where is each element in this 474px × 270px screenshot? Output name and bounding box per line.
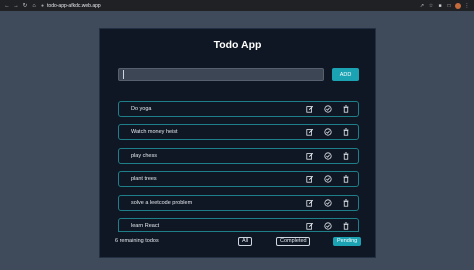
- trash-icon[interactable]: [340, 103, 352, 115]
- todo-item-label: play chess: [131, 153, 157, 159]
- app-title: Todo App: [213, 39, 262, 51]
- share-icon[interactable]: ↗: [419, 3, 425, 9]
- browser-toolbar: ← → ↻ ⌂ ● todo-app-afkdc.web.app ↗ ☆ ■ □…: [0, 0, 474, 11]
- edit-icon[interactable]: [304, 126, 316, 138]
- todo-item-label: solve a leetcode problem: [131, 200, 193, 206]
- todo-item-label: plant trees: [131, 176, 157, 182]
- lock-icon: ●: [41, 2, 45, 9]
- edit-icon[interactable]: [304, 103, 316, 115]
- todo-item: solve a leetcode problem: [118, 195, 359, 211]
- address-bar[interactable]: ● todo-app-afkdc.web.app: [41, 1, 419, 10]
- trash-icon[interactable]: [340, 173, 352, 185]
- todo-item-label: Do yoga: [131, 106, 152, 112]
- trash-icon[interactable]: [340, 197, 352, 209]
- back-icon[interactable]: ←: [4, 3, 10, 9]
- menu-icon[interactable]: ⋮: [464, 3, 470, 9]
- todo-app-panel: Todo App ADD Do yoga Watch money heist p…: [99, 28, 376, 258]
- trash-icon[interactable]: [340, 126, 352, 138]
- filter-all-button[interactable]: All: [238, 237, 252, 246]
- footer-divider: [118, 231, 359, 232]
- address-bar-url: todo-app-afkdc.web.app: [47, 2, 101, 9]
- remaining-count: 6 remaining todos: [115, 238, 159, 244]
- profile-avatar[interactable]: [455, 2, 461, 9]
- filter-pending-button[interactable]: Pending: [333, 237, 361, 246]
- check-circle-icon[interactable]: [322, 150, 334, 162]
- edit-icon[interactable]: [304, 197, 316, 209]
- check-circle-icon[interactable]: [322, 126, 334, 138]
- trash-icon[interactable]: [340, 150, 352, 162]
- filter-completed-button[interactable]: Completed: [276, 237, 310, 246]
- check-circle-icon[interactable]: [322, 197, 334, 209]
- check-circle-icon[interactable]: [322, 103, 334, 115]
- todo-item-label: learn React: [131, 223, 160, 229]
- home-icon[interactable]: ⌂: [31, 3, 37, 9]
- browser-actions: ↗ ☆ ■ □ ⋮: [419, 2, 474, 9]
- todo-item-label: Watch money heist: [131, 129, 178, 135]
- extensions-icon[interactable]: ■: [437, 3, 443, 9]
- text-caret: [123, 70, 124, 79]
- todo-item: learn React: [118, 218, 359, 232]
- todo-item: plant trees: [118, 171, 359, 187]
- todo-item: play chess: [118, 148, 359, 164]
- forward-icon[interactable]: →: [13, 3, 19, 9]
- sidebar-icon[interactable]: □: [446, 3, 452, 9]
- todo-list: Do yoga Watch money heist play chess pla…: [118, 101, 359, 232]
- browser-nav: ← → ↻ ⌂: [0, 3, 37, 9]
- bookmark-icon[interactable]: ☆: [428, 3, 434, 9]
- edit-icon[interactable]: [304, 150, 316, 162]
- todo-item: Watch money heist: [118, 124, 359, 140]
- edit-icon[interactable]: [304, 173, 316, 185]
- reload-icon[interactable]: ↻: [22, 3, 28, 9]
- todo-input[interactable]: [118, 68, 324, 81]
- todo-item: Do yoga: [118, 101, 359, 117]
- add-button[interactable]: ADD: [332, 68, 359, 81]
- check-circle-icon[interactable]: [322, 173, 334, 185]
